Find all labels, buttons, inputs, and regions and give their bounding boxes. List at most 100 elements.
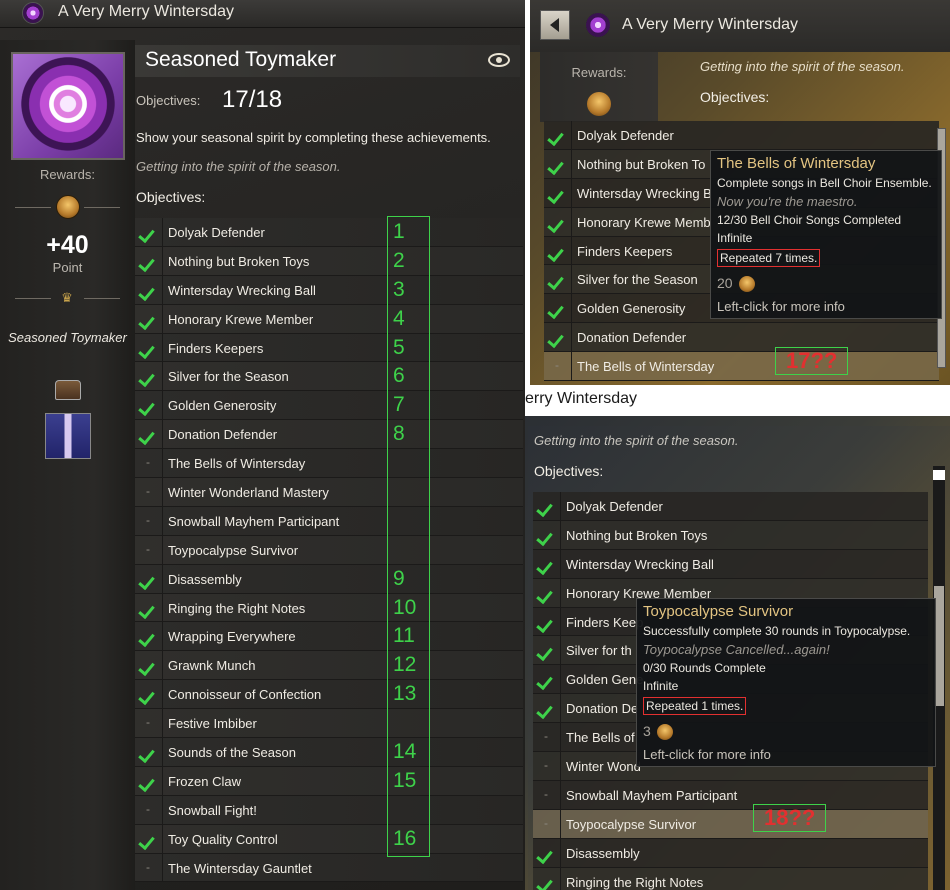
objective-row[interactable]: Finders Keepers 5 — [135, 333, 523, 363]
objective-row[interactable]: - Festive Imbiber — [135, 709, 523, 739]
objective-row[interactable]: Wintersday Wrecking Ball 3 — [135, 275, 523, 305]
objective-label: Nothing but Broken Toys — [168, 253, 310, 269]
tooltip-repeated-count: Repeated 7 times. — [717, 249, 821, 267]
checkmark-icon — [536, 615, 553, 633]
status-cell — [135, 622, 163, 651]
treasure-chest-icon[interactable] — [55, 380, 81, 400]
objective-row[interactable]: - Snowball Mayhem Participant — [135, 506, 523, 536]
objective-row[interactable]: Donation Defender — [544, 323, 939, 353]
status-cell — [544, 149, 572, 178]
objective-label: Wintersday Wrecking Ball — [168, 282, 316, 298]
objective-label: Snowball Mayhem Participant — [168, 513, 340, 529]
checkmark-icon — [138, 428, 155, 446]
objective-row[interactable]: - Winter Wonderland Mastery — [135, 478, 523, 507]
incomplete-dash-icon: - — [146, 859, 150, 874]
checkmark-icon — [138, 832, 155, 850]
achievement-chest-icon[interactable] — [587, 92, 611, 116]
rewards-label: Rewards: — [571, 65, 627, 80]
objective-row[interactable]: - Toypocalypse Survivor — [533, 809, 928, 839]
status-cell: - — [135, 449, 163, 478]
objective-row[interactable]: Toy Quality Control 16 — [135, 824, 523, 854]
objective-label: Snowball Mayhem Participant — [566, 787, 738, 803]
tooltip-description: Complete songs in Bell Choir Ensemble. — [717, 176, 932, 190]
left-achievement-panel: A Very Merry Wintersday Rewards: +40 Poi… — [0, 0, 525, 890]
incomplete-dash-icon: - — [555, 358, 559, 373]
annotation-label: 18?? — [753, 804, 827, 832]
objective-row[interactable]: - Snowball Mayhem Participant — [533, 780, 928, 810]
objective-row[interactable]: - Snowball Fight! — [135, 795, 523, 825]
objective-row[interactable]: - The Bells of Wintersday — [544, 352, 939, 382]
objective-row[interactable]: - The Wintersday Gauntlet — [135, 853, 523, 883]
objective-row[interactable]: Sounds of the Season 14 — [135, 738, 523, 767]
objective-row[interactable]: Silver for the Season 6 — [135, 362, 523, 392]
objective-row[interactable]: Grawnk Munch 12 — [135, 651, 523, 681]
status-cell: - — [135, 709, 163, 738]
objective-label: Donation Defender — [577, 330, 687, 346]
checkmark-icon — [138, 283, 155, 301]
track-eye-icon[interactable] — [488, 53, 510, 67]
back-button[interactable] — [540, 10, 570, 40]
checkmark-icon — [138, 341, 155, 359]
incomplete-dash-icon: - — [544, 758, 548, 773]
objective-row[interactable]: Ringing the Right Notes 10 — [135, 593, 523, 623]
status-cell — [533, 867, 561, 890]
tooltip-repeat: Infinite — [643, 679, 679, 693]
window-title: A Very Merry Wintersday — [58, 3, 235, 20]
objective-row[interactable]: Connoisseur of Confection 13 — [135, 680, 523, 710]
objective-row[interactable]: Donation Defender 8 — [135, 420, 523, 450]
objective-row[interactable]: Disassembly 9 — [135, 564, 523, 594]
objective-row[interactable]: - Toypocalypse Survivor — [135, 535, 523, 565]
objective-label: Winter Wonderland Mastery — [168, 485, 329, 501]
status-cell — [135, 275, 163, 304]
window-title: erry Wintersday — [525, 390, 638, 407]
objective-label: Dolyak Defender — [566, 499, 663, 514]
objective-label: Snowball Fight! — [168, 802, 257, 818]
checkmark-icon — [547, 331, 564, 349]
tooltip-footer: Left-click for more info — [643, 747, 771, 763]
objective-row[interactable]: Dolyak Defender — [533, 492, 928, 521]
incomplete-dash-icon: - — [146, 512, 150, 527]
status-cell — [135, 824, 163, 853]
objective-row[interactable]: Golden Generosity 7 — [135, 391, 523, 421]
checkmark-icon — [138, 688, 155, 706]
gift-box-icon[interactable] — [45, 413, 91, 459]
objective-row[interactable]: - The Bells of Wintersday — [135, 449, 523, 479]
objective-row[interactable]: Nothing but Broken Toys 2 — [135, 246, 523, 276]
objective-label: Nothing but Broken To — [577, 156, 706, 172]
objectives-progress: 17/18 — [222, 86, 283, 113]
tooltip-reward: 3 — [643, 723, 929, 741]
window-titlebar: A Very Merry Wintersday — [530, 0, 950, 52]
objective-row[interactable]: Wrapping Everywhere 11 — [135, 622, 523, 652]
objective-row[interactable]: Frozen Claw 15 — [135, 766, 523, 796]
status-cell: - — [135, 795, 163, 824]
tooltip-flavor: Now you're the maestro. — [717, 194, 858, 209]
checkmark-icon — [138, 745, 155, 764]
status-cell — [533, 578, 561, 607]
status-cell — [533, 838, 561, 867]
achievement-header: Seasoned Toymaker — [135, 45, 520, 77]
achievement-peppermint-icon — [11, 52, 125, 160]
objective-row[interactable]: Nothing but Broken Toys — [533, 520, 928, 550]
objective-row[interactable]: Wintersday Wrecking Ball — [533, 549, 928, 579]
objective-label: The Bells of Wintersday — [577, 359, 715, 375]
status-cell: - — [533, 780, 561, 809]
annotation-number-box — [387, 216, 430, 857]
status-cell — [533, 636, 561, 665]
scroll-up-arrow-icon[interactable] — [933, 470, 945, 480]
objective-row[interactable]: Ringing the Right Notes — [533, 867, 928, 890]
annotation-label: 17?? — [775, 347, 849, 375]
objective-row[interactable]: Dolyak Defender 1 — [135, 218, 523, 247]
objective-list: Dolyak Defender 1 Nothing but Broken Toys 2… — [135, 218, 523, 883]
objective-label: Toypocalypse Survivor — [168, 542, 299, 558]
achievement-chest-icon[interactable] — [56, 195, 80, 219]
objective-row[interactable]: Honorary Krewe Member 4 — [135, 304, 523, 334]
tooltip-reward: 20 — [717, 275, 935, 293]
wintersday-emblem-icon — [22, 2, 44, 24]
objective-row[interactable]: Disassembly — [533, 838, 928, 868]
status-cell — [135, 391, 163, 420]
reward-sidebar: Rewards: +40 Point ♛ Seasoned Toymaker — [0, 40, 135, 890]
objectives-heading: Objectives: — [136, 189, 206, 205]
objective-row[interactable]: Dolyak Defender — [544, 121, 939, 150]
objective-label: Finders Keepers — [577, 243, 673, 259]
objective-label: Sounds of the Season — [168, 745, 296, 761]
